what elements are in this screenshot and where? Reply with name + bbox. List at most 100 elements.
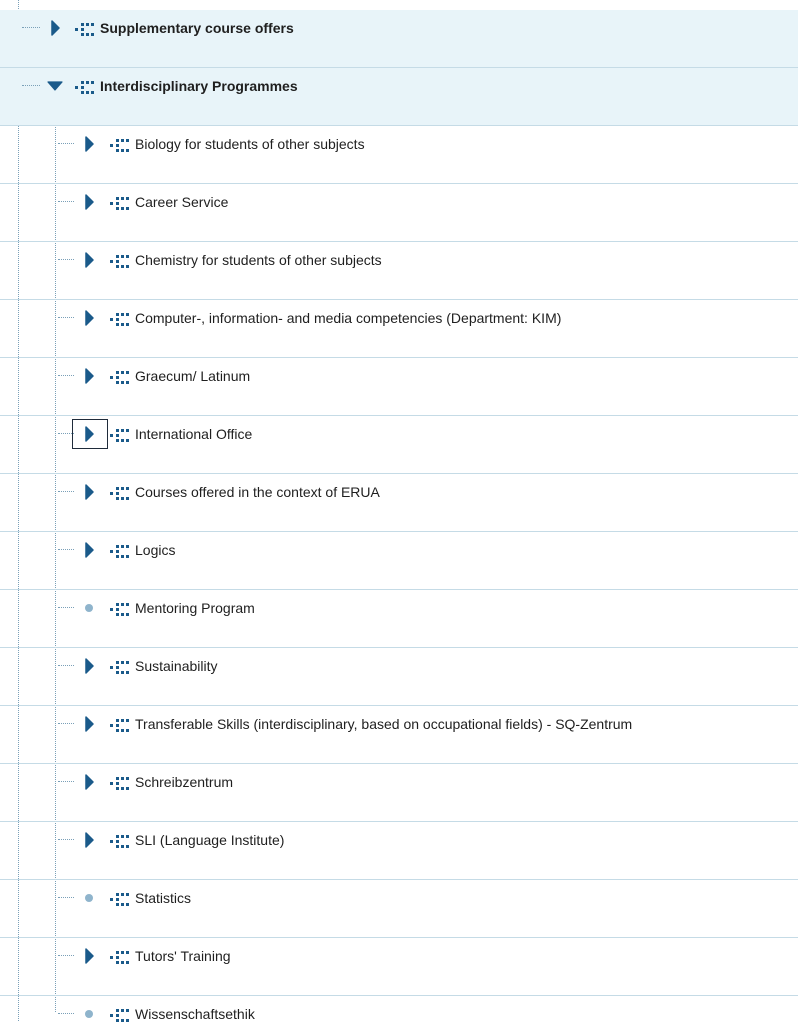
connector-line	[58, 955, 74, 956]
caret-down-icon	[47, 81, 63, 91]
tree-node-child[interactable]: Tutors' Training	[0, 938, 798, 996]
tree-node-child[interactable]: Biology for students of other subjects	[0, 126, 798, 184]
tree-node-interdisciplinary[interactable]: Interdisciplinary Programmes	[0, 68, 798, 126]
tree-node-child[interactable]: Statistics	[0, 880, 798, 938]
expand-toggle[interactable]	[72, 419, 108, 449]
collapse-toggle[interactable]	[45, 76, 65, 96]
connector-line	[58, 781, 74, 782]
connector-line	[58, 665, 74, 666]
connector-line	[58, 839, 74, 840]
expand-toggle[interactable]	[80, 656, 100, 676]
tree-node-child[interactable]: Career Service	[0, 184, 798, 242]
tree-node-supplementary[interactable]: Supplementary course offers	[0, 10, 798, 68]
tree-node-child[interactable]: Courses offered in the context of ERUA	[0, 474, 798, 532]
tree-node-label[interactable]: Statistics	[135, 889, 191, 907]
connector-line	[58, 897, 74, 898]
org-structure-icon	[110, 139, 129, 152]
expand-toggle[interactable]	[80, 772, 100, 792]
chevron-right-icon	[85, 658, 94, 674]
chevron-right-icon	[85, 948, 94, 964]
org-structure-icon	[110, 371, 129, 384]
org-structure-icon	[110, 197, 129, 210]
tree-node-label[interactable]: Transferable Skills (interdisciplinary, …	[135, 715, 632, 733]
expand-toggle[interactable]	[80, 134, 100, 154]
connector-line	[58, 201, 74, 202]
tree-node-label[interactable]: SLI (Language Institute)	[135, 831, 284, 849]
chevron-right-icon	[51, 20, 60, 36]
chevron-right-icon	[85, 484, 94, 500]
tree-node-label[interactable]: Logics	[135, 541, 175, 559]
org-structure-icon	[110, 661, 129, 674]
tree-node-child[interactable]: Mentoring Program	[0, 590, 798, 648]
tree-node-label[interactable]: Schreibzentrum	[135, 773, 233, 791]
tree-node-label[interactable]: Interdisciplinary Programmes	[100, 77, 298, 95]
tree-node-child[interactable]: Wissenschaftsethik	[0, 996, 798, 1036]
chevron-right-icon	[85, 716, 94, 732]
org-structure-icon	[75, 23, 94, 36]
chevron-right-icon	[85, 194, 94, 210]
tree-node-label[interactable]: Biology for students of other subjects	[135, 135, 365, 153]
connector-line	[58, 433, 74, 434]
tree-node-child[interactable]: International Office	[0, 416, 798, 474]
course-tree: Supplementary course offers Interdiscipl…	[0, 10, 798, 1036]
connector-line	[58, 317, 74, 318]
tree-node-label[interactable]: Sustainability	[135, 657, 218, 675]
tree-node-child[interactable]: Logics	[0, 532, 798, 590]
tree-node-child[interactable]: Graecum/ Latinum	[0, 358, 798, 416]
expand-toggle[interactable]	[80, 714, 100, 734]
org-structure-icon	[110, 951, 129, 964]
expand-toggle[interactable]	[80, 482, 100, 502]
expand-toggle[interactable]	[80, 366, 100, 386]
org-structure-icon	[110, 1009, 129, 1022]
connector-line	[58, 549, 74, 550]
connector-line	[58, 259, 74, 260]
tree-node-label[interactable]: Computer-, information- and media compet…	[135, 309, 561, 327]
chevron-right-icon	[85, 542, 94, 558]
chevron-right-icon	[85, 310, 94, 326]
tree-node-label[interactable]: Wissenschaftsethik	[135, 1005, 255, 1023]
connector-line	[58, 607, 74, 608]
tree-node-label[interactable]: Graecum/ Latinum	[135, 367, 250, 385]
tree-node-child[interactable]: Chemistry for students of other subjects	[0, 242, 798, 300]
tree-node-label[interactable]: Courses offered in the context of ERUA	[135, 483, 380, 501]
connector-line	[58, 1013, 74, 1014]
leaf-dot-icon	[85, 1010, 93, 1018]
expand-toggle[interactable]	[80, 308, 100, 328]
chevron-right-icon	[85, 136, 94, 152]
tree-node-label[interactable]: Career Service	[135, 193, 228, 211]
org-structure-icon	[110, 255, 129, 268]
expand-toggle[interactable]	[80, 250, 100, 270]
org-structure-icon	[110, 835, 129, 848]
tree-node-label[interactable]: International Office	[135, 425, 252, 443]
connector-line	[22, 85, 40, 86]
expand-toggle[interactable]	[80, 540, 100, 560]
org-structure-icon	[110, 719, 129, 732]
tree-node-child[interactable]: Computer-, information- and media compet…	[0, 300, 798, 358]
chevron-right-icon	[85, 426, 94, 442]
org-structure-icon	[110, 545, 129, 558]
chevron-right-icon	[85, 832, 94, 848]
expand-toggle[interactable]	[80, 946, 100, 966]
tree-node-child[interactable]: Sustainability	[0, 648, 798, 706]
tree-node-label[interactable]: Tutors' Training	[135, 947, 231, 965]
tree-node-label[interactable]: Supplementary course offers	[100, 19, 294, 37]
org-structure-icon	[110, 313, 129, 326]
org-structure-icon	[110, 603, 129, 616]
expand-toggle[interactable]	[80, 192, 100, 212]
tree-node-child[interactable]: Transferable Skills (interdisciplinary, …	[0, 706, 798, 764]
tree-node-child[interactable]: Schreibzentrum	[0, 764, 798, 822]
connector-line	[22, 27, 40, 28]
org-structure-icon	[110, 893, 129, 906]
connector-line	[58, 723, 74, 724]
tree-node-label[interactable]: Mentoring Program	[135, 599, 255, 617]
leaf-dot-icon	[85, 604, 93, 612]
connector-line	[58, 143, 74, 144]
chevron-right-icon	[85, 368, 94, 384]
expand-toggle[interactable]	[46, 18, 66, 38]
leaf-dot-icon	[85, 894, 93, 902]
expand-toggle[interactable]	[80, 830, 100, 850]
connector-line	[58, 491, 74, 492]
tree-node-label[interactable]: Chemistry for students of other subjects	[135, 251, 382, 269]
tree-node-child[interactable]: SLI (Language Institute)	[0, 822, 798, 880]
chevron-right-icon	[85, 774, 94, 790]
